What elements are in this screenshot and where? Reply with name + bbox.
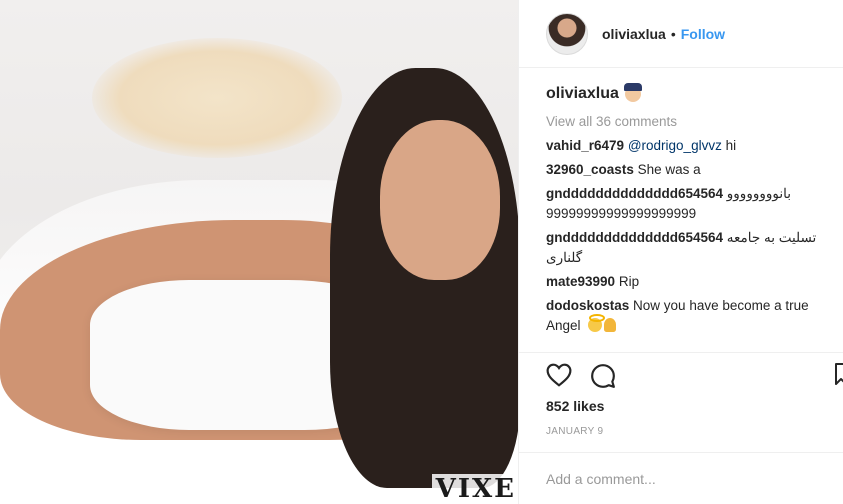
header-username[interactable]: oliviaxlua [602, 26, 666, 42]
view-all-comments-link[interactable]: View all 36 comments [546, 112, 843, 132]
comment-username[interactable]: vahid_r6479 [546, 138, 624, 153]
comment-item: mate93990 Rip [546, 272, 843, 292]
comment-item: vahid_r6479 @rodrigo_glvvz hi [546, 136, 843, 156]
caption-username[interactable]: oliviaxlua [546, 85, 619, 103]
comment-item: gndddddddddddddd654564 تسلیت به جامعه گل… [546, 228, 843, 268]
follow-button[interactable]: Follow [681, 26, 725, 42]
add-comment-bar [519, 452, 843, 504]
add-comment-input[interactable] [546, 470, 826, 487]
comment-username[interactable]: 32960_coasts [546, 162, 634, 177]
comment-mention[interactable]: @rodrigo_glvvz [628, 138, 722, 153]
bookmark-icon[interactable] [835, 363, 843, 385]
comment-item: gndddddddddddddd654564 بانوووووووو 99999… [546, 184, 843, 224]
comment-item: dodoskostas Now you have become a true A… [546, 296, 843, 336]
action-bar [519, 352, 843, 392]
watermark-logo: VIXE [431, 474, 518, 504]
heart-icon[interactable] [546, 363, 572, 387]
comment-text: hi [721, 138, 737, 153]
pillow [92, 38, 342, 158]
comment-item: 32960_coasts She was a [546, 160, 843, 180]
police-officer-icon [623, 83, 642, 102]
comment-username[interactable]: mate93990 [546, 274, 615, 289]
comment-text: Rip [618, 274, 640, 289]
comment-username[interactable]: gndddddddddddddd654564 [546, 186, 723, 201]
comment-username[interactable]: dodoskostas [546, 298, 629, 313]
post-date: JANUARY 9 [546, 426, 604, 437]
post-header: oliviaxlua • Follow [519, 0, 843, 68]
comments-list[interactable]: oliviaxlua View all 36 comments vahid_r6… [546, 76, 843, 351]
post-sidebar: oliviaxlua • Follow oliviaxlua View all … [518, 0, 843, 504]
caption: oliviaxlua [546, 76, 843, 112]
model-face [380, 120, 500, 280]
likes-count[interactable]: 852 likes [546, 398, 604, 414]
comment-username[interactable]: gndddddddddddddd654564 [546, 230, 723, 245]
avatar[interactable] [546, 12, 588, 55]
post-photo[interactable]: VIXE [0, 0, 518, 504]
pray-icon [604, 318, 617, 332]
comment-text: She was a [637, 162, 701, 177]
angel-icon [588, 314, 606, 332]
comment-icon[interactable] [590, 363, 616, 389]
separator-dot: • [670, 25, 676, 42]
